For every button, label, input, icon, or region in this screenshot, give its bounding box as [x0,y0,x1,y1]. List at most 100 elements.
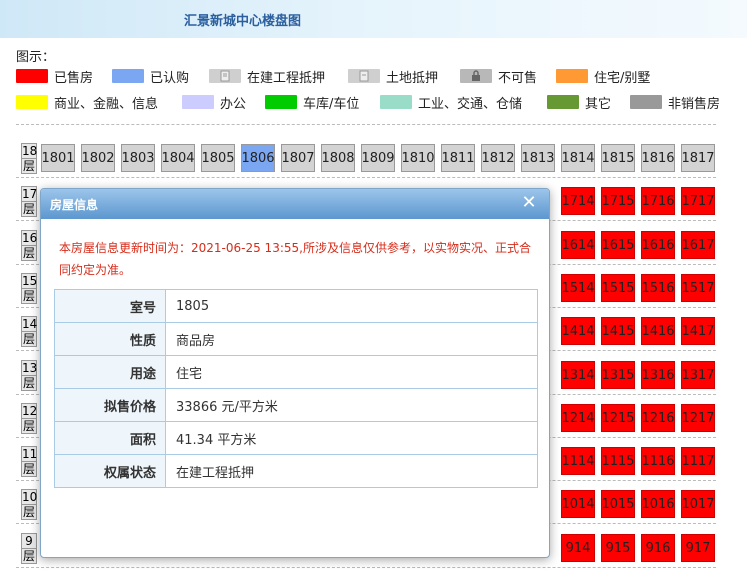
unit-cell[interactable]: 1115 [601,447,635,475]
floor-label: 11 层 [21,446,37,477]
unit-cell[interactable]: 1517 [681,274,715,302]
unit-cell[interactable]: 1216 [641,404,675,432]
unit-cell[interactable]: 1814 [561,144,595,172]
floor-suffix: 层 [22,462,35,476]
info-key: 面积 [54,421,166,455]
unit-cell[interactable]: 1810 [401,144,435,172]
floor-suffix: 层 [22,289,35,303]
unit-cell[interactable]: 914 [561,534,595,562]
unit-cell[interactable]: 1414 [561,317,595,345]
legend-swatch [265,95,297,109]
unit-cell[interactable]: 1813 [521,144,555,172]
floor-label: 12 层 [21,403,37,434]
legend-sold: 已售房 [16,68,93,86]
legend-swatch [16,69,48,83]
floor-suffix: 层 [22,419,35,433]
floor-suffix: 层 [22,246,35,260]
unit-cell[interactable]: 1615 [601,231,635,259]
unit-cell[interactable]: 916 [641,534,675,562]
unit-cell[interactable]: 1616 [641,231,675,259]
unit-cell[interactable]: 1803 [121,144,155,172]
land-doc-icon [348,69,380,83]
unit-cell[interactable]: 1806 [241,144,275,172]
unit-cell[interactable]: 1116 [641,447,675,475]
info-row-nature: 性质 商品房 [54,322,538,356]
legend-non-sale: 非销售房 [630,94,720,112]
unit-cell[interactable]: 1017 [681,490,715,518]
unit-cell[interactable]: 1415 [601,317,635,345]
unit-cell[interactable]: 1817 [681,144,715,172]
unit-cell[interactable]: 1015 [601,490,635,518]
legend-swatch [547,95,579,109]
floor-number: 13 [22,361,38,376]
floor-suffix: 层 [22,505,35,519]
unit-cell[interactable]: 1314 [561,361,595,389]
update-notice: 本房屋信息更新时间为：2021-06-25 13:55,所涉及信息仅供参考，以实… [59,241,531,277]
dialog-header[interactable]: 房屋信息 ✕ [41,189,549,219]
unit-cell[interactable]: 1717 [681,187,715,215]
legend-land-mortgage: 土地抵押 [348,68,438,86]
floor-number: 18 [22,144,38,159]
unit-cell[interactable]: 1215 [601,404,635,432]
unit-cell[interactable]: 1416 [641,317,675,345]
info-row-area: 面积 41.34 平方米 [54,421,538,455]
floor-label: 14 层 [21,316,37,347]
unit-cell[interactable]: 1117 [681,447,715,475]
unit-cell[interactable]: 1417 [681,317,715,345]
dialog-title: 房屋信息 [50,198,99,212]
floor-suffix: 层 [22,159,35,173]
floor-number: 14 [22,317,38,332]
unit-cell[interactable]: 1804 [161,144,195,172]
unit-cell[interactable]: 1808 [321,144,355,172]
unit-cell[interactable]: 1714 [561,187,595,215]
info-value: 在建工程抵押 [165,454,538,488]
unit-cell[interactable]: 1811 [441,144,475,172]
floor-label: 13 层 [21,360,37,391]
legend-office: 办公 [182,94,246,112]
legend-commercial: 商业、金融、信息 [16,94,158,112]
info-value: 41.34 平方米 [165,421,538,455]
info-value: 住宅 [165,355,538,389]
info-value: 商品房 [165,322,538,356]
unit-cell[interactable]: 1716 [641,187,675,215]
unit-cell[interactable]: 917 [681,534,715,562]
floor-number: 10 [22,490,38,505]
info-key: 室号 [54,289,166,323]
unit-cell[interactable]: 1614 [561,231,595,259]
unit-cell[interactable]: 1805 [201,144,235,172]
unit-cell[interactable]: 1014 [561,490,595,518]
floor-label: 9层 [21,533,37,564]
unit-cell[interactable]: 1802 [81,144,115,172]
unit-cell[interactable]: 1114 [561,447,595,475]
unit-cell[interactable]: 1815 [601,144,635,172]
unit-cell[interactable]: 1214 [561,404,595,432]
floor-suffix: 层 [22,332,35,346]
unit-cell[interactable]: 1809 [361,144,395,172]
unit-cell[interactable]: 1801 [41,144,75,172]
floor-suffix: 层 [22,549,35,563]
mortgage-doc-icon [209,69,241,83]
unit-cell[interactable]: 1515 [601,274,635,302]
info-key: 拟售价格 [54,388,166,422]
unit-cell[interactable]: 1516 [641,274,675,302]
unit-cell[interactable]: 1816 [641,144,675,172]
info-row-room: 室号 1805 [54,289,538,323]
unit-cell[interactable]: 1316 [641,361,675,389]
unit-cell[interactable]: 915 [601,534,635,562]
unit-cell[interactable]: 1617 [681,231,715,259]
page-title: 汇景新城中心楼盘图 [184,14,302,29]
unit-cell[interactable]: 1217 [681,404,715,432]
unit-cell[interactable]: 1807 [281,144,315,172]
floor-label: 18 层 [21,143,37,174]
legend-not-for-sale: 不可售 [460,68,537,86]
legend-swatch [380,95,412,109]
unit-cell[interactable]: 1315 [601,361,635,389]
unit-cell[interactable]: 1812 [481,144,515,172]
row-divider [16,177,716,178]
info-key: 用途 [54,355,166,389]
unit-cell[interactable]: 1317 [681,361,715,389]
unit-cell[interactable]: 1715 [601,187,635,215]
unit-cell[interactable]: 1016 [641,490,675,518]
close-icon[interactable]: ✕ [519,193,539,213]
unit-cell[interactable]: 1514 [561,274,595,302]
